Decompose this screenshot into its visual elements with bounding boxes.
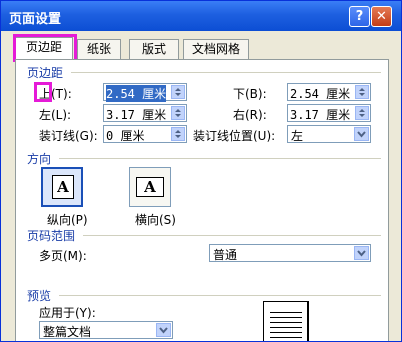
divider: [71, 72, 381, 73]
chevron-down-icon[interactable]: [354, 246, 369, 260]
chevron-down-icon[interactable]: [156, 323, 171, 337]
preview-group-title: 预览: [27, 289, 52, 303]
divider: [59, 295, 381, 296]
tab-doc-grid[interactable]: 文档网格: [183, 39, 249, 59]
gutter-position-select[interactable]: 左: [287, 125, 371, 143]
margins-group-title: 页边距: [27, 66, 64, 80]
top-label-highlight: [34, 82, 52, 102]
left-margin-input[interactable]: 3.17 厘米: [103, 104, 187, 122]
bottom-margin-label: 下(B):: [233, 87, 267, 101]
tab-highlight-box: [13, 34, 77, 62]
gutter-position-value: 左: [291, 129, 304, 143]
gutter-value: 0 厘米: [106, 129, 145, 143]
multiple-pages-value: 普通: [213, 248, 238, 262]
apply-to-label: 应用于(Y):: [39, 306, 96, 320]
multiple-pages-select[interactable]: 普通: [209, 244, 371, 262]
divider: [83, 235, 381, 236]
apply-to-select[interactable]: 整篇文档: [39, 321, 173, 339]
gutter-position-label: 装订线位置(U):: [193, 129, 276, 143]
left-margin-value: 3.17 厘米: [106, 108, 167, 122]
top-margin-input[interactable]: 2.54 厘米: [103, 83, 187, 102]
spin-arrows-icon[interactable]: [171, 106, 185, 120]
help-button[interactable]: ?: [349, 6, 370, 27]
orientation-group-title: 方向: [27, 152, 52, 166]
right-margin-label: 右(R):: [233, 108, 267, 122]
multiple-pages-label: 多页(M):: [39, 249, 87, 263]
gutter-input[interactable]: 0 厘米: [103, 125, 187, 143]
page-preview-thumbnail: [263, 301, 309, 341]
portrait-label: 纵向(P): [47, 213, 88, 227]
help-icon: ?: [355, 9, 364, 24]
tab-layout-label: 版式: [141, 42, 166, 56]
top-margin-value: 2.54 厘米: [106, 85, 167, 102]
apply-to-value: 整篇文档: [43, 325, 92, 339]
pages-group-title: 页码范围: [27, 229, 76, 243]
bottom-margin-input[interactable]: 2.54 厘米: [287, 83, 371, 101]
landscape-button[interactable]: A: [129, 167, 171, 207]
chevron-down-icon[interactable]: [354, 127, 369, 141]
tab-paper[interactable]: 纸张: [77, 39, 121, 59]
spin-arrows-icon[interactable]: [355, 85, 369, 99]
spin-arrows-icon[interactable]: [171, 127, 185, 141]
close-icon: ✕: [376, 9, 387, 24]
spin-arrows-icon[interactable]: [355, 106, 369, 120]
tab-paper-label: 纸张: [86, 42, 111, 56]
divider: [59, 158, 381, 159]
right-margin-input[interactable]: 3.17 厘米: [287, 104, 371, 122]
page-setup-dialog: 页面设置 ? ✕ 页边距 纸张 版式 文档网格 页边距 上(T): 2.54 厘…: [0, 0, 402, 342]
tab-layout[interactable]: 版式: [129, 39, 179, 59]
portrait-button[interactable]: A: [41, 167, 83, 207]
tab-doc-grid-label: 文档网格: [191, 42, 240, 56]
landscape-page-icon: A: [136, 177, 164, 197]
left-margin-label: 左(L):: [39, 108, 72, 122]
portrait-page-icon: A: [52, 175, 74, 199]
title-bar: 页面设置 ? ✕: [1, 1, 401, 31]
window-title: 页面设置: [9, 12, 62, 27]
right-margin-value: 3.17 厘米: [290, 108, 351, 122]
bottom-margin-value: 2.54 厘米: [290, 87, 351, 101]
landscape-label: 横向(S): [135, 213, 176, 227]
spin-arrows-icon[interactable]: [171, 85, 185, 99]
close-button[interactable]: ✕: [371, 6, 392, 27]
gutter-label: 装订线(G):: [39, 129, 98, 143]
